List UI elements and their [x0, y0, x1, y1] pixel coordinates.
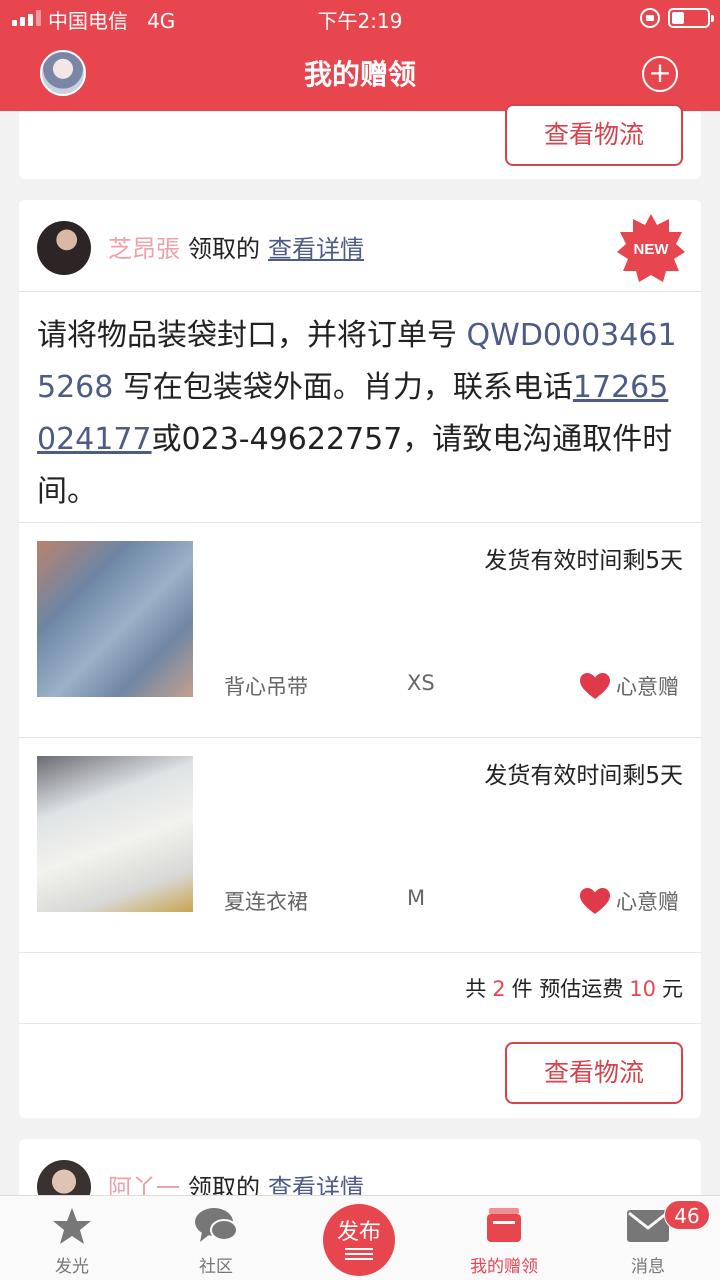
- new-badge: NEW: [617, 214, 685, 282]
- add-button[interactable]: +: [642, 56, 678, 92]
- message-text: 请将物品装袋封口，并将订单号: [37, 318, 467, 353]
- gift-card: 阿丫一 领取的 查看详情: [19, 1139, 701, 1199]
- message-count-badge: 46: [664, 1200, 710, 1230]
- claimed-label: 领取的: [188, 235, 260, 263]
- item-name: 夏连衣裙: [224, 890, 308, 914]
- user-avatar[interactable]: [37, 221, 91, 275]
- user-line: 芝昂張 领取的 查看详情: [108, 229, 364, 264]
- publish-icon: [345, 1248, 373, 1260]
- currency-unit: 元: [662, 977, 683, 1001]
- top-bar: 中国电信 4G 下午2:19 我的赠领 +: [0, 0, 720, 111]
- shipping-deadline: 发货有效时间剩5天: [484, 548, 683, 574]
- plus-icon: +: [648, 56, 672, 89]
- username[interactable]: 芝昂張: [108, 235, 180, 263]
- rotation-lock-icon: [640, 8, 660, 28]
- heart-icon: [580, 888, 610, 914]
- order-summary: 共2件 预估运费 10 元: [19, 952, 701, 1024]
- tab-label: 社区: [199, 1257, 233, 1277]
- view-logistics-button[interactable]: 查看物流: [505, 104, 683, 166]
- status-bar: 中国电信 4G 下午2:19: [0, 0, 720, 36]
- message-text: 写在包装袋外面。肖力，联系电话: [113, 370, 573, 405]
- item-photo[interactable]: [37, 756, 193, 912]
- user-avatar[interactable]: [37, 1160, 91, 1199]
- tab-community[interactable]: 社区: [144, 1196, 288, 1280]
- tab-glow[interactable]: 发光: [0, 1196, 144, 1280]
- view-details-link[interactable]: 查看详情: [268, 235, 364, 263]
- gift-item[interactable]: 发货有效时间剩5天 夏连衣裙 M 心意赠: [19, 737, 701, 952]
- star-icon: [53, 1208, 91, 1244]
- card-user-row: 芝昂張 领取的 查看详情 NEW: [19, 200, 701, 292]
- my-gifts-icon: [487, 1208, 521, 1242]
- summary-text: 共2件 预估运费 10 元: [465, 973, 683, 1003]
- gift-type: 心意赠: [616, 890, 679, 914]
- publish-button[interactable]: 发布: [323, 1204, 395, 1276]
- count-unit: 件: [511, 977, 533, 1001]
- item-size: M: [407, 886, 426, 910]
- pickup-instructions: 请将物品装袋封口，并将订单号 QWD00034615268 写在包装袋外面。肖力…: [37, 310, 687, 518]
- gift-item[interactable]: 发货有效时间剩5天 背心吊带 XS 心意赠: [19, 522, 701, 737]
- heart-icon: [580, 673, 610, 699]
- tab-label: 我的赠领: [470, 1257, 538, 1277]
- item-name: 背心吊带: [224, 675, 308, 699]
- publish-label: 发布: [336, 1220, 381, 1245]
- tab-my-gifts[interactable]: 我的赠领: [432, 1196, 576, 1280]
- summary-prefix: 共: [465, 977, 487, 1001]
- new-badge-label: NEW: [634, 241, 670, 258]
- battery-icon: [668, 8, 714, 28]
- gift-card: 芝昂張 领取的 查看详情 NEW 请将物品装袋封口，并将订单号 QWD0003461…: [19, 200, 701, 1118]
- item-photo[interactable]: [37, 541, 193, 697]
- view-logistics-button[interactable]: 查看物流: [505, 1042, 683, 1104]
- gift-type: 心意赠: [616, 675, 679, 699]
- bottom-tab-bar: 发光 社区 发布 我的赠领 消息: [0, 1195, 720, 1280]
- chat-bubble-icon: [195, 1208, 238, 1242]
- tab-label: 消息: [631, 1257, 665, 1277]
- item-count: 2: [492, 977, 506, 1001]
- status-time: 下午2:19: [317, 9, 403, 33]
- mail-icon: [627, 1210, 669, 1242]
- shipping-label: 预估运费: [539, 977, 624, 1001]
- page-title: 我的赠领: [303, 58, 416, 91]
- tab-label: 发光: [55, 1257, 89, 1277]
- item-size: XS: [407, 671, 435, 695]
- gift-card: 查看物流: [19, 104, 701, 179]
- shipping-deadline: 发货有效时间剩5天: [484, 763, 683, 789]
- shipping-fee: 10: [629, 977, 656, 1001]
